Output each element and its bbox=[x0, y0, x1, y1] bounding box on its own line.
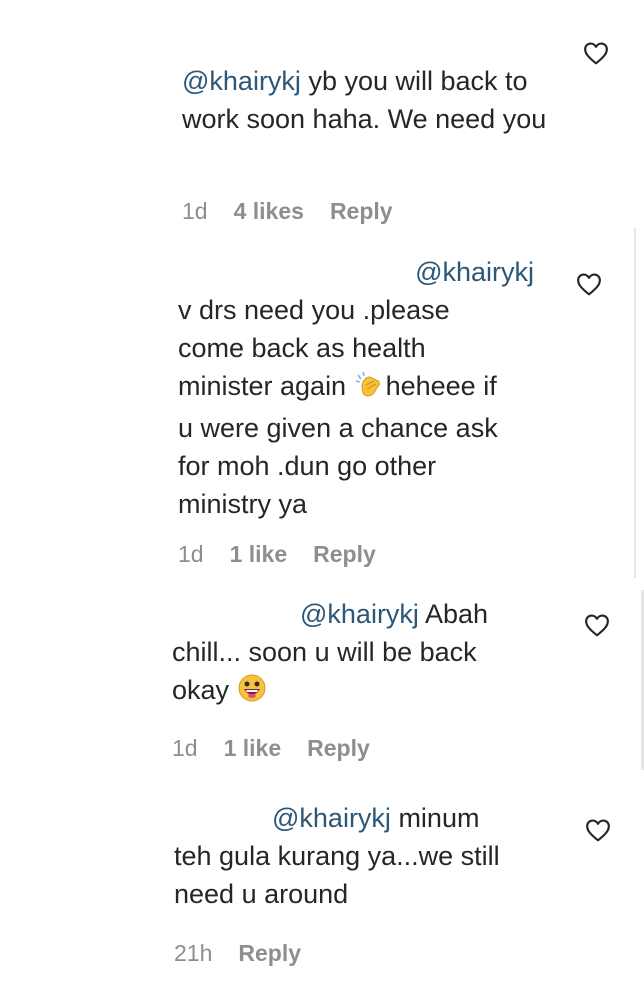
comment-body: need u around bbox=[174, 879, 349, 909]
reply-button[interactable]: Reply bbox=[238, 940, 301, 967]
comment-meta: 1d 4 likes Reply bbox=[182, 198, 393, 225]
mention-link[interactable]: @khairykj bbox=[415, 257, 534, 287]
comment-body: minum bbox=[390, 803, 480, 833]
comment-time[interactable]: 1d bbox=[178, 541, 204, 568]
comment-meta: 1d 1 like Reply bbox=[178, 541, 376, 568]
reply-button[interactable]: Reply bbox=[330, 198, 393, 225]
mention-link[interactable]: @khairykj bbox=[300, 599, 419, 629]
comment-body: okay bbox=[172, 675, 237, 705]
comment-text: @khairykj yb you will back to work soon … bbox=[182, 62, 562, 138]
comment-item: @khairykj Abah chill... soon u will be b… bbox=[172, 595, 532, 713]
comment-time[interactable]: 21h bbox=[174, 940, 212, 967]
reply-button[interactable]: Reply bbox=[313, 541, 376, 568]
comment-meta: 1d 1 like Reply bbox=[172, 735, 370, 762]
likes-count[interactable]: 1 like bbox=[230, 541, 288, 568]
mention-link[interactable]: @khairykj bbox=[272, 803, 391, 833]
comment-item: @khairykj v drs need you .please come bac… bbox=[178, 253, 538, 523]
comment-body: chill... soon u will be back bbox=[172, 637, 477, 667]
comment-item: @khairykj yb you will back to work soon … bbox=[182, 62, 562, 138]
comment-time[interactable]: 1d bbox=[172, 735, 198, 762]
clapping-hands-icon bbox=[354, 371, 386, 409]
grinning-face-icon bbox=[237, 673, 267, 713]
comment-item: @khairykj minum teh gula kurang ya...we … bbox=[174, 799, 554, 913]
like-heart-icon[interactable] bbox=[584, 613, 610, 637]
comment-body: teh gula kurang ya...we still bbox=[174, 841, 500, 871]
comment-time[interactable]: 1d bbox=[182, 198, 208, 225]
comment-meta: 21h Reply bbox=[174, 940, 301, 967]
scrollbar-track[interactable] bbox=[634, 228, 636, 578]
comments-panel: @khairykj yb you will back to work soon … bbox=[0, 0, 644, 988]
mention-link[interactable]: @khairykj bbox=[182, 66, 301, 96]
like-heart-icon[interactable] bbox=[583, 41, 609, 65]
comment-body: Abah bbox=[418, 599, 489, 629]
comment-text: @khairykj minum teh gula kurang ya...we … bbox=[174, 799, 554, 913]
likes-count[interactable]: 1 like bbox=[224, 735, 282, 762]
reply-button[interactable]: Reply bbox=[307, 735, 370, 762]
like-heart-icon[interactable] bbox=[585, 818, 611, 842]
comment-text: @khairykj Abah chill... soon u will be b… bbox=[172, 595, 532, 713]
likes-count[interactable]: 4 likes bbox=[234, 198, 304, 225]
comment-text: @khairykj v drs need you .please come bac… bbox=[178, 257, 534, 519]
like-heart-icon[interactable] bbox=[576, 272, 602, 296]
